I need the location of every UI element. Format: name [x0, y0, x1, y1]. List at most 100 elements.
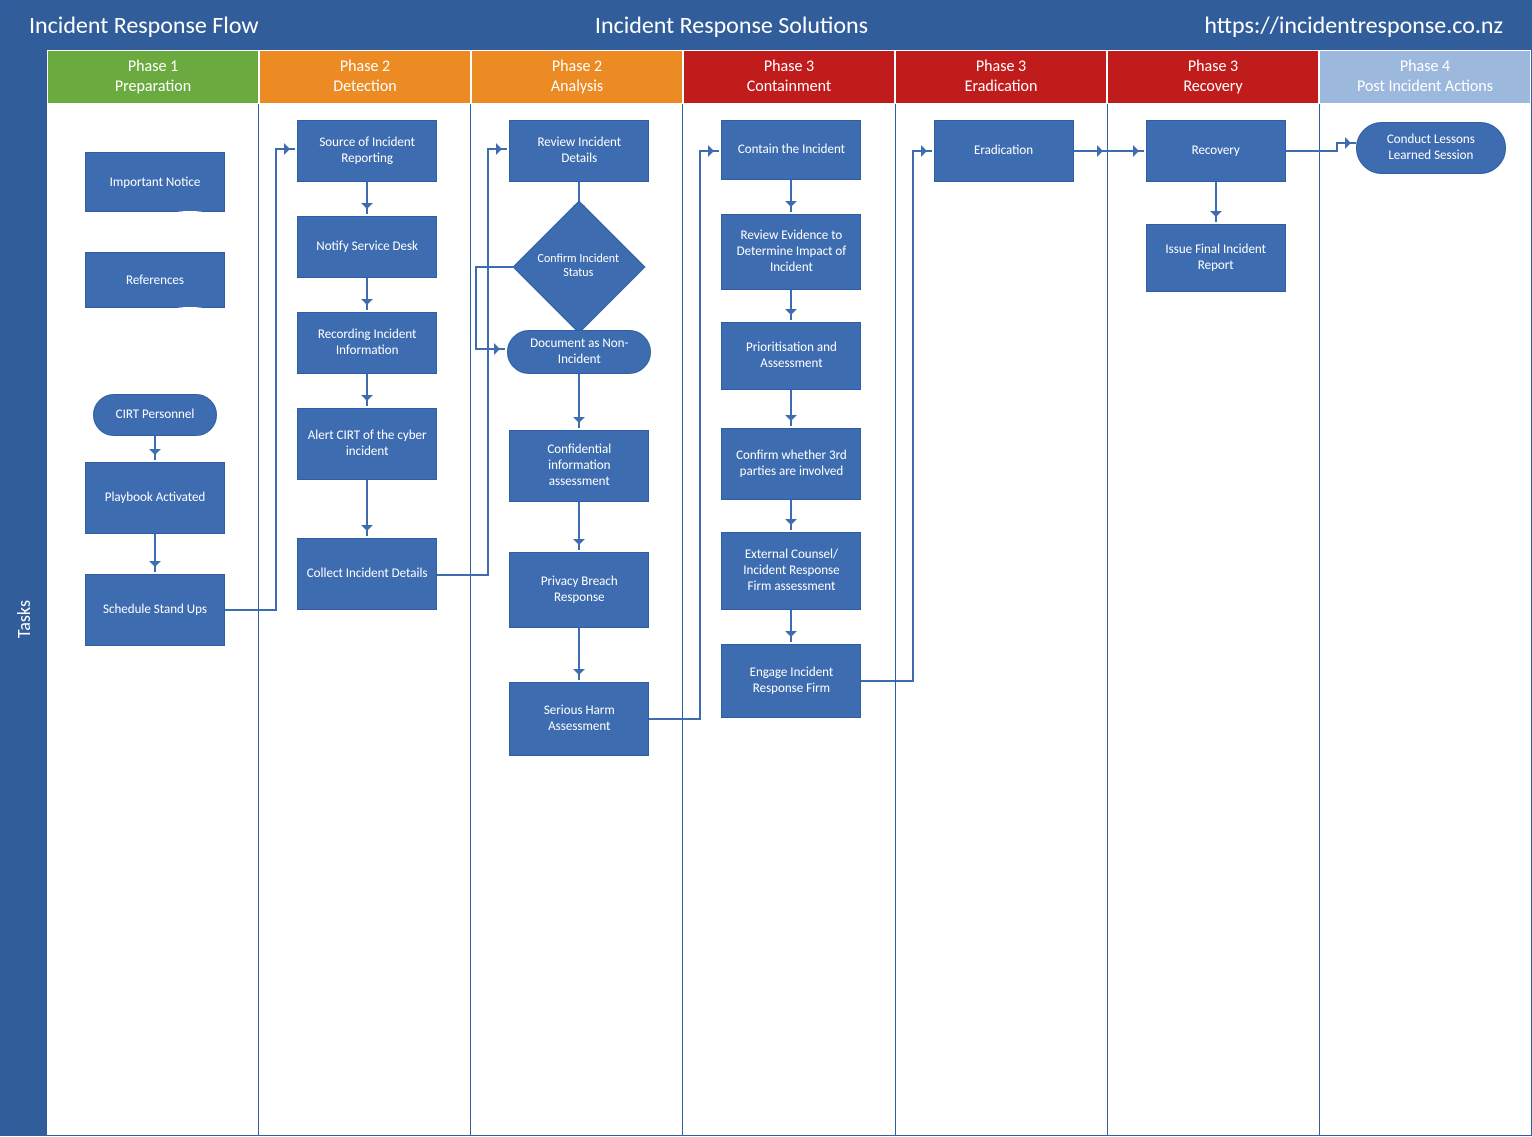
terminator-lessons-learned: Conduct Lessons Learned Session	[1356, 122, 1506, 174]
connector	[699, 150, 719, 152]
connector	[275, 148, 295, 150]
phase-header-preparation: Phase 1 Preparation	[47, 50, 259, 104]
node-label: Serious Harm Assessment	[518, 703, 640, 736]
connector	[649, 718, 683, 720]
diagram-frame: Incident Response Flow Incident Response…	[0, 0, 1532, 1136]
arrow	[154, 534, 156, 572]
lane-eradication: Eradication	[896, 104, 1108, 1135]
box-notify-servicedesk: Notify Service Desk	[297, 216, 437, 278]
arrow	[790, 610, 792, 642]
lane-preparation: Important Notice References CIRT Personn…	[47, 104, 259, 1135]
node-label: Playbook Activated	[105, 490, 206, 506]
phase-header-containment: Phase 3 Containment	[683, 50, 895, 104]
box-collect-details: Collect Incident Details	[297, 538, 437, 610]
node-label: Confirm Incident Status	[523, 252, 633, 281]
connector	[475, 266, 477, 350]
box-engage-firm: Engage Incident Response Firm	[721, 644, 861, 718]
arrow	[578, 316, 580, 330]
box-privacy-breach: Privacy Breach Response	[509, 552, 649, 628]
box-third-party: Confirm whether 3rd parties are involved	[721, 428, 861, 500]
arrow	[154, 436, 156, 460]
phase-label: Analysis	[472, 77, 682, 97]
lane-post-incident: Conduct Lessons Learned Session	[1320, 104, 1531, 1135]
phase-headers: Phase 1 Preparation Phase 2 Detection Ph…	[1, 50, 1531, 104]
node-label: Review Incident Details	[518, 135, 640, 168]
box-contain-incident: Contain the Incident	[721, 120, 861, 180]
phase-label: Eradication	[896, 77, 1106, 97]
doc-important-notice: Important Notice	[85, 152, 225, 212]
arrow	[578, 374, 580, 428]
arrow	[790, 390, 792, 426]
connector	[475, 348, 505, 350]
arrow	[366, 278, 368, 310]
phase-header-detection: Phase 2 Detection	[259, 50, 471, 104]
node-label: External Counsel/ Incident Response Firm…	[730, 547, 852, 596]
tasks-gutter-head	[1, 50, 47, 104]
node-label: Alert CIRT of the cyber incident	[306, 428, 428, 461]
connector	[912, 150, 932, 152]
lane-containment: Contain the Incident Review Evidence to …	[683, 104, 895, 1135]
arrow	[578, 502, 580, 550]
box-final-report: Issue Final Incident Report	[1146, 224, 1286, 292]
lane-recovery: Recovery Issue Final Incident Report	[1108, 104, 1320, 1135]
phase-num: Phase 3	[896, 57, 1106, 77]
terminator-cirt-personnel: CIRT Personnel	[93, 394, 217, 436]
arrow	[1215, 182, 1217, 222]
phase-label: Detection	[260, 77, 470, 97]
connector	[1108, 150, 1144, 152]
box-eradication: Eradication	[934, 120, 1074, 182]
node-label: Collect Incident Details	[307, 566, 428, 582]
node-label: Source of Incident Reporting	[306, 135, 428, 168]
tasks-label: Tasks	[13, 600, 35, 638]
box-review-evidence: Review Evidence to Determine Impact of I…	[721, 214, 861, 290]
diagram-topbar: Incident Response Flow Incident Response…	[1, 1, 1531, 50]
phase-header-analysis: Phase 2 Analysis	[471, 50, 683, 104]
connector	[861, 680, 895, 682]
phase-num: Phase 3	[1108, 57, 1318, 77]
node-label: Issue Final Incident Report	[1155, 242, 1277, 275]
node-label: CIRT Personnel	[116, 407, 195, 423]
connector	[1286, 150, 1320, 152]
decision-confirm-status: Confirm Incident Status	[513, 216, 643, 316]
lane-analysis: Review Incident Details Confirm Incident…	[471, 104, 683, 1135]
swimlanes: Tasks Important Notice References CIRT P…	[1, 104, 1531, 1135]
node-label: Engage Incident Response Firm	[730, 665, 852, 698]
diagram-source-url: https://incidentresponse.co.nz	[1204, 11, 1503, 40]
arrow	[366, 182, 368, 214]
connector	[699, 150, 701, 720]
phase-header-post-incident: Phase 4 Post Incident Actions	[1319, 50, 1531, 104]
node-label: Conduct Lessons Learned Session	[1365, 132, 1497, 165]
node-label: Prioritisation and Assessment	[730, 340, 852, 373]
box-review-details: Review Incident Details	[509, 120, 649, 182]
node-label: Contain the Incident	[738, 142, 845, 158]
box-recovery: Recovery	[1146, 120, 1286, 182]
phase-num: Phase 1	[48, 57, 258, 77]
node-label: Schedule Stand Ups	[103, 602, 207, 618]
phase-num: Phase 4	[1320, 57, 1530, 77]
arrow	[366, 374, 368, 406]
node-label: Document as Non-Incident	[516, 336, 642, 369]
phase-num: Phase 3	[684, 57, 894, 77]
connector	[912, 150, 914, 682]
arrow	[578, 628, 580, 680]
phase-header-recovery: Phase 3 Recovery	[1107, 50, 1319, 104]
tasks-gutter: Tasks	[1, 104, 47, 1135]
connector	[437, 574, 471, 576]
box-confidential-assessment: Confidential information assessment	[509, 430, 649, 502]
connector	[1074, 150, 1108, 152]
box-playbook-activated: Playbook Activated	[85, 462, 225, 534]
doc-references: References	[85, 252, 225, 308]
phase-label: Containment	[684, 77, 894, 97]
node-label: Eradication	[974, 143, 1033, 159]
node-label: Review Evidence to Determine Impact of I…	[730, 228, 852, 277]
arrow	[790, 500, 792, 530]
doc-label: References	[126, 273, 184, 288]
phase-num: Phase 2	[472, 57, 682, 77]
node-label: Recovery	[1192, 143, 1240, 159]
phase-label: Preparation	[48, 77, 258, 97]
node-label: Confirm whether 3rd parties are involved	[730, 448, 852, 481]
phase-num: Phase 2	[260, 57, 470, 77]
node-label: Recording Incident Information	[306, 327, 428, 360]
box-serious-harm: Serious Harm Assessment	[509, 682, 649, 756]
box-alert-cirt: Alert CIRT of the cyber incident	[297, 408, 437, 480]
